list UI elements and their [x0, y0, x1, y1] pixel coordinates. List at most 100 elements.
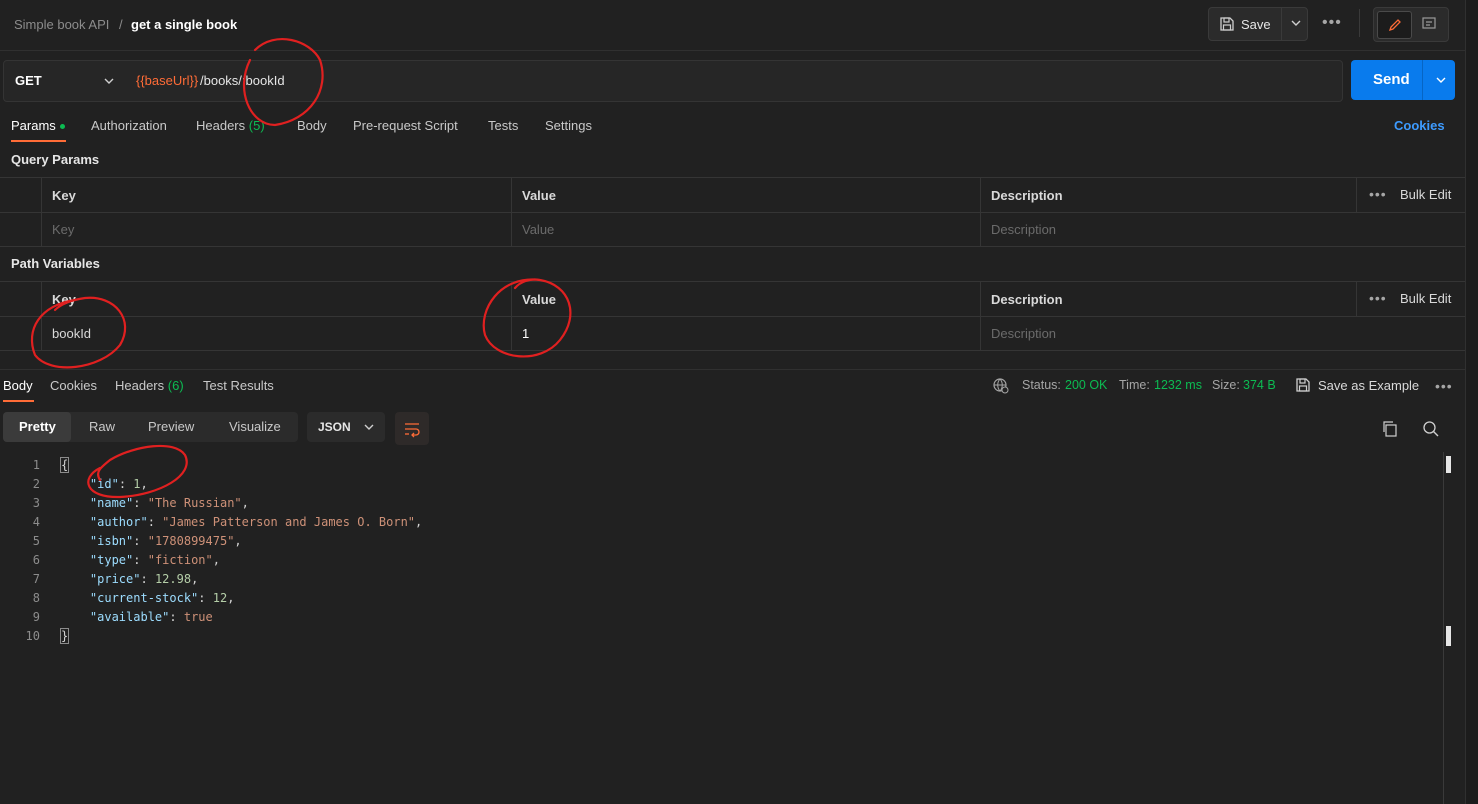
path-variable-key: bookId [41, 316, 511, 350]
wrap-lines-icon [403, 420, 421, 438]
save-as-example-button[interactable]: Save as Example [1318, 378, 1419, 393]
code-line: { [59, 457, 70, 473]
view-mode-toggle [1373, 7, 1449, 42]
view-pretty[interactable]: Pretty [19, 419, 56, 434]
url-path: /books/:bookId [200, 73, 285, 88]
bulk-edit-button[interactable]: Bulk Edit [1400, 291, 1451, 306]
status-value[interactable]: 200 OK [1065, 378, 1107, 392]
value-input[interactable]: Value [511, 212, 980, 246]
chevron-down-icon [362, 420, 376, 434]
line-number: 8 [32, 591, 40, 605]
response-headers-count: (6) [167, 378, 184, 393]
comment-icon[interactable] [1421, 16, 1437, 32]
key-input[interactable]: Key [41, 212, 511, 246]
code-line: "current-stock": 12, [89, 591, 235, 605]
method-label: GET [15, 73, 42, 88]
url-variable: {{baseUrl}} [136, 73, 199, 88]
code-line: "id": 1, [89, 477, 148, 491]
chevron-down-icon[interactable] [1434, 73, 1448, 87]
column-header-description: Description [991, 292, 1063, 307]
response-tab-cookies[interactable]: Cookies [50, 378, 97, 393]
tab-authorization[interactable]: Authorization [91, 118, 167, 133]
size-label: Size: [1212, 378, 1240, 392]
more-options-icon[interactable]: ••• [1369, 186, 1387, 202]
description-input[interactable]: Description [980, 316, 1465, 350]
column-header-description: Description [991, 188, 1063, 203]
save-icon [1219, 16, 1235, 32]
search-icon[interactable] [1422, 420, 1440, 438]
view-raw[interactable]: Raw [89, 419, 115, 434]
line-number: 7 [32, 572, 40, 586]
chevron-down-icon [102, 74, 116, 88]
time-label: Time: [1119, 378, 1150, 392]
cookies-link[interactable]: Cookies [1394, 118, 1445, 133]
bulk-edit-button[interactable]: Bulk Edit [1400, 187, 1451, 202]
edit-mode-button[interactable] [1377, 11, 1412, 39]
save-icon [1295, 377, 1311, 393]
save-label: Save [1241, 16, 1271, 32]
line-number: 5 [32, 534, 40, 548]
tab-tests[interactable]: Tests [488, 118, 518, 133]
headers-count: (5) [248, 118, 265, 133]
line-number: 10 [25, 629, 40, 643]
more-options-icon[interactable]: ••• [1369, 290, 1387, 306]
active-tab-underline [11, 140, 66, 142]
scrollbar-thumb[interactable] [1446, 456, 1451, 473]
active-tab-underline [3, 400, 34, 402]
view-preview[interactable]: Preview [148, 419, 194, 434]
send-label: Send [1373, 71, 1410, 88]
view-mode-tabs: Pretty Raw Preview Visualize [3, 412, 298, 442]
line-number: 2 [32, 477, 40, 491]
view-visualize[interactable]: Visualize [229, 419, 281, 434]
editor-scrollbar-track[interactable] [1443, 452, 1444, 804]
path-variables-title: Path Variables [11, 256, 100, 271]
response-tab-body[interactable]: Body [3, 378, 33, 393]
globe-icon[interactable] [992, 377, 1010, 395]
code-line: "available": true [89, 610, 213, 624]
response-divider [0, 369, 1465, 370]
description-input[interactable]: Description [980, 212, 1465, 246]
column-header-value: Value [522, 188, 556, 203]
format-label: JSON [318, 420, 351, 434]
column-header-key: Key [52, 292, 76, 307]
response-body-editor[interactable]: 1 2 3 4 5 6 7 8 9 10 { "id": 1, "name": … [0, 457, 1440, 804]
tab-params[interactable]: Params [11, 118, 65, 133]
code-line: "price": 12.98, [89, 572, 199, 586]
wrap-lines-button[interactable] [395, 412, 429, 445]
tab-prerequest-script[interactable]: Pre-request Script [353, 118, 458, 133]
code-line: "type": "fiction", [89, 553, 220, 567]
scrollbar-marker [1446, 626, 1451, 646]
code-line: "author": "James Patterson and James O. … [89, 515, 423, 529]
response-tab-headers[interactable]: Headers (6) [115, 378, 184, 393]
table-row: Key Value Description [0, 212, 1465, 247]
format-select[interactable]: JSON [307, 412, 385, 442]
more-actions-icon[interactable]: ••• [1435, 378, 1453, 394]
method-select[interactable]: GET [3, 60, 125, 102]
tab-settings[interactable]: Settings [545, 118, 592, 133]
response-tab-test-results[interactable]: Test Results [203, 378, 274, 393]
code-line: "isbn": "1780899475", [89, 534, 242, 548]
request-title[interactable]: get a single book [131, 17, 237, 32]
table-row: bookId 1 Description [0, 316, 1465, 351]
more-actions-icon[interactable]: ••• [1322, 14, 1342, 32]
breadcrumb-separator: / [119, 17, 123, 32]
table-header-row: Key Value Description ••• Bulk Edit [0, 282, 1465, 317]
line-number: 4 [32, 515, 40, 529]
url-input[interactable]: {{baseUrl}} /books/:bookId [124, 60, 1343, 102]
tab-body[interactable]: Body [297, 118, 327, 133]
path-variable-value-input[interactable]: 1 [511, 316, 980, 350]
line-number: 1 [32, 458, 40, 472]
query-params-table: Key Value Description ••• Bulk Edit Key … [0, 177, 1465, 247]
breadcrumb-collection[interactable]: Simple book API [14, 17, 109, 32]
save-button[interactable]: Save [1208, 7, 1308, 41]
copy-icon[interactable] [1381, 420, 1399, 438]
tab-headers[interactable]: Headers (5) [196, 118, 265, 133]
path-variables-table: Key Value Description ••• Bulk Edit book… [0, 281, 1465, 351]
send-button[interactable]: Send [1351, 60, 1455, 100]
time-value[interactable]: 1232 ms [1154, 378, 1202, 392]
query-params-title: Query Params [11, 152, 100, 167]
chevron-down-icon[interactable] [1289, 16, 1303, 30]
column-header-key: Key [52, 188, 76, 203]
size-value[interactable]: 374 B [1243, 378, 1276, 392]
divider [1359, 9, 1360, 37]
